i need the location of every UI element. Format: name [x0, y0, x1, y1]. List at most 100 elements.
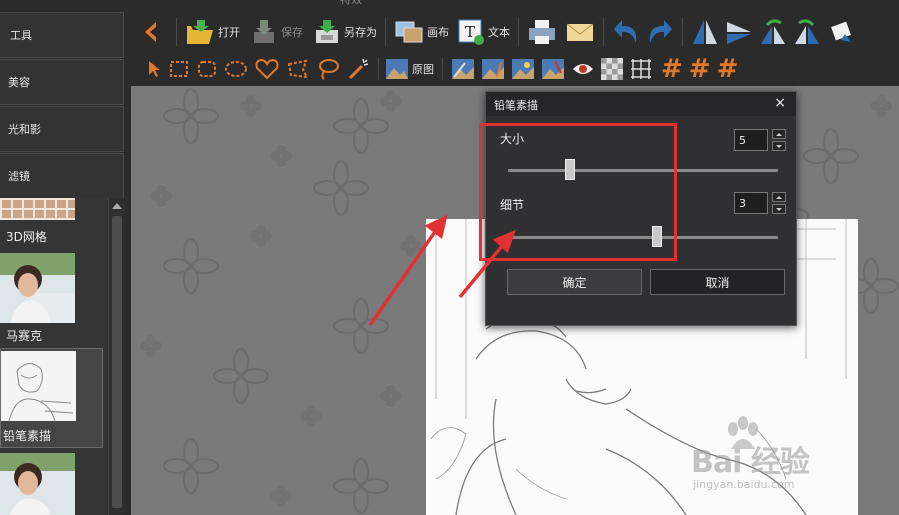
- category-nav: 工具 美容 光和影 滤镜: [0, 12, 124, 199]
- effects-scrollbar[interactable]: [108, 198, 124, 515]
- dialog-titlebar[interactable]: 铅笔素描 ×: [486, 92, 796, 116]
- annotation-highlight-box: [479, 123, 677, 261]
- stepper-up-icon[interactable]: [772, 129, 786, 139]
- ok-button[interactable]: 确定: [507, 269, 642, 295]
- ellipse-select-icon[interactable]: [224, 58, 248, 80]
- scrollbar-thumb[interactable]: [112, 216, 122, 508]
- hash-grid-icon[interactable]: #: [689, 56, 711, 82]
- hash-grid-icon[interactable]: #: [717, 56, 739, 82]
- transparency-icon[interactable]: [601, 58, 623, 80]
- toolbar-separator: [378, 58, 379, 80]
- close-icon[interactable]: ×: [774, 95, 786, 111]
- redo-button[interactable]: [644, 17, 674, 47]
- toolbar-separator: [518, 18, 519, 46]
- effect-label: 马赛克: [6, 329, 43, 343]
- back-arrow-icon: [145, 22, 156, 42]
- magic-wand-icon[interactable]: [346, 57, 370, 81]
- rounded-rect-select-icon[interactable]: [196, 58, 218, 80]
- nav-item-tools[interactable]: 工具: [0, 12, 124, 58]
- print-button[interactable]: [527, 18, 557, 46]
- effect-label: 3D网格: [6, 230, 47, 244]
- auto-enhance-icon[interactable]: [451, 57, 475, 81]
- flip-vertical-icon: [727, 22, 751, 44]
- rect-select-icon[interactable]: [168, 58, 190, 80]
- back-button[interactable]: [138, 19, 164, 45]
- polygon-select-icon[interactable]: [286, 58, 310, 80]
- toolbar-separator: [442, 58, 443, 80]
- open-button[interactable]: 打开: [185, 18, 240, 46]
- effect-thumbnail: [0, 253, 75, 323]
- toolbar-separator: [385, 18, 386, 46]
- effect-thumbnail: [0, 198, 75, 220]
- pointer-icon[interactable]: [146, 59, 162, 79]
- open-folder-icon: [187, 20, 213, 44]
- size-stepper[interactable]: [772, 129, 786, 151]
- heart-select-icon[interactable]: [254, 57, 280, 81]
- nav-item-filters[interactable]: 滤镜: [0, 153, 124, 199]
- size-input[interactable]: 5: [734, 129, 768, 151]
- nav-item-beauty[interactable]: 美容: [0, 59, 124, 105]
- save-as-button[interactable]: 另存为: [313, 18, 377, 46]
- contrast-icon[interactable]: [481, 57, 505, 81]
- canvas-label: 画布: [427, 26, 449, 39]
- main-toolbar: 打开 保存 另存为 画布 T 文本: [138, 12, 855, 52]
- stepper-down-icon[interactable]: [772, 141, 786, 151]
- detail-stepper[interactable]: [772, 192, 786, 214]
- save-icon: [254, 20, 274, 43]
- toolbar-separator: [176, 18, 177, 46]
- rotate-left-icon: [761, 19, 785, 44]
- nav-item-light-shadow[interactable]: 光和影: [0, 106, 124, 152]
- effect-item-next[interactable]: [0, 453, 103, 515]
- text-label: 文本: [488, 26, 510, 39]
- email-icon: [566, 23, 594, 41]
- free-rotate-button[interactable]: [827, 18, 855, 46]
- email-button[interactable]: [565, 18, 595, 46]
- flip-horizontal-icon: [693, 20, 717, 44]
- toolbar-separator: [603, 18, 604, 46]
- text-button[interactable]: T 文本: [457, 18, 510, 46]
- detail-input[interactable]: 3: [734, 192, 768, 214]
- open-label: 打开: [218, 26, 240, 39]
- free-rotate-icon: [831, 21, 851, 42]
- effect-item-pencil-sketch[interactable]: 铅笔素描: [0, 348, 103, 448]
- flip-vertical-button[interactable]: [725, 18, 753, 46]
- cancel-button[interactable]: 取消: [650, 269, 785, 295]
- effect-thumbnail: [0, 453, 75, 515]
- selection-toolbar: 原图 # # #: [146, 56, 738, 82]
- effect-item-3d-grid[interactable]: 3D网格: [0, 198, 103, 248]
- lasso-icon[interactable]: [316, 57, 340, 81]
- effect-label: 铅笔素描: [3, 429, 52, 443]
- color-adjust-icon[interactable]: [541, 57, 565, 81]
- window-title: 特效: [340, 0, 362, 7]
- printer-icon: [529, 20, 555, 44]
- watermark-brand: Bai 经验: [691, 445, 810, 480]
- toolbar-separator: [682, 18, 683, 46]
- text-icon: T: [458, 19, 484, 45]
- redo-icon: [649, 20, 672, 43]
- canvas-button[interactable]: 画布: [394, 18, 449, 46]
- original-image-icon: [386, 59, 408, 79]
- scroll-up-arrow-icon[interactable]: [112, 203, 122, 209]
- original-image-label: 原图: [412, 63, 434, 76]
- svg-text:T: T: [465, 23, 475, 41]
- original-image-button[interactable]: 原图: [385, 58, 434, 80]
- red-eye-icon[interactable]: [571, 57, 595, 81]
- save-label: 保存: [281, 26, 303, 39]
- undo-button[interactable]: [612, 17, 642, 47]
- effect-item-mosaic[interactable]: 马赛克: [0, 253, 103, 345]
- stepper-up-icon[interactable]: [772, 192, 786, 202]
- brightness-icon[interactable]: [511, 57, 535, 81]
- grid-icon[interactable]: [629, 58, 653, 80]
- canvas-icon: [395, 21, 423, 43]
- rotate-left-button[interactable]: [759, 18, 787, 46]
- dialog-title: 铅笔素描: [494, 99, 538, 112]
- watermark-url: jingyan.baidu.com: [693, 478, 795, 491]
- baidu-watermark: Bai 经验 jingyan.baidu.com: [663, 415, 853, 495]
- flip-horizontal-button[interactable]: [691, 18, 719, 46]
- stepper-down-icon[interactable]: [772, 204, 786, 214]
- effects-list: 3D网格 马赛克 铅笔素描: [0, 198, 108, 515]
- save-button[interactable]: 保存: [250, 18, 303, 46]
- hash-grid-icon[interactable]: #: [661, 56, 683, 82]
- effect-thumbnail: [1, 351, 76, 421]
- rotate-right-button[interactable]: [793, 18, 821, 46]
